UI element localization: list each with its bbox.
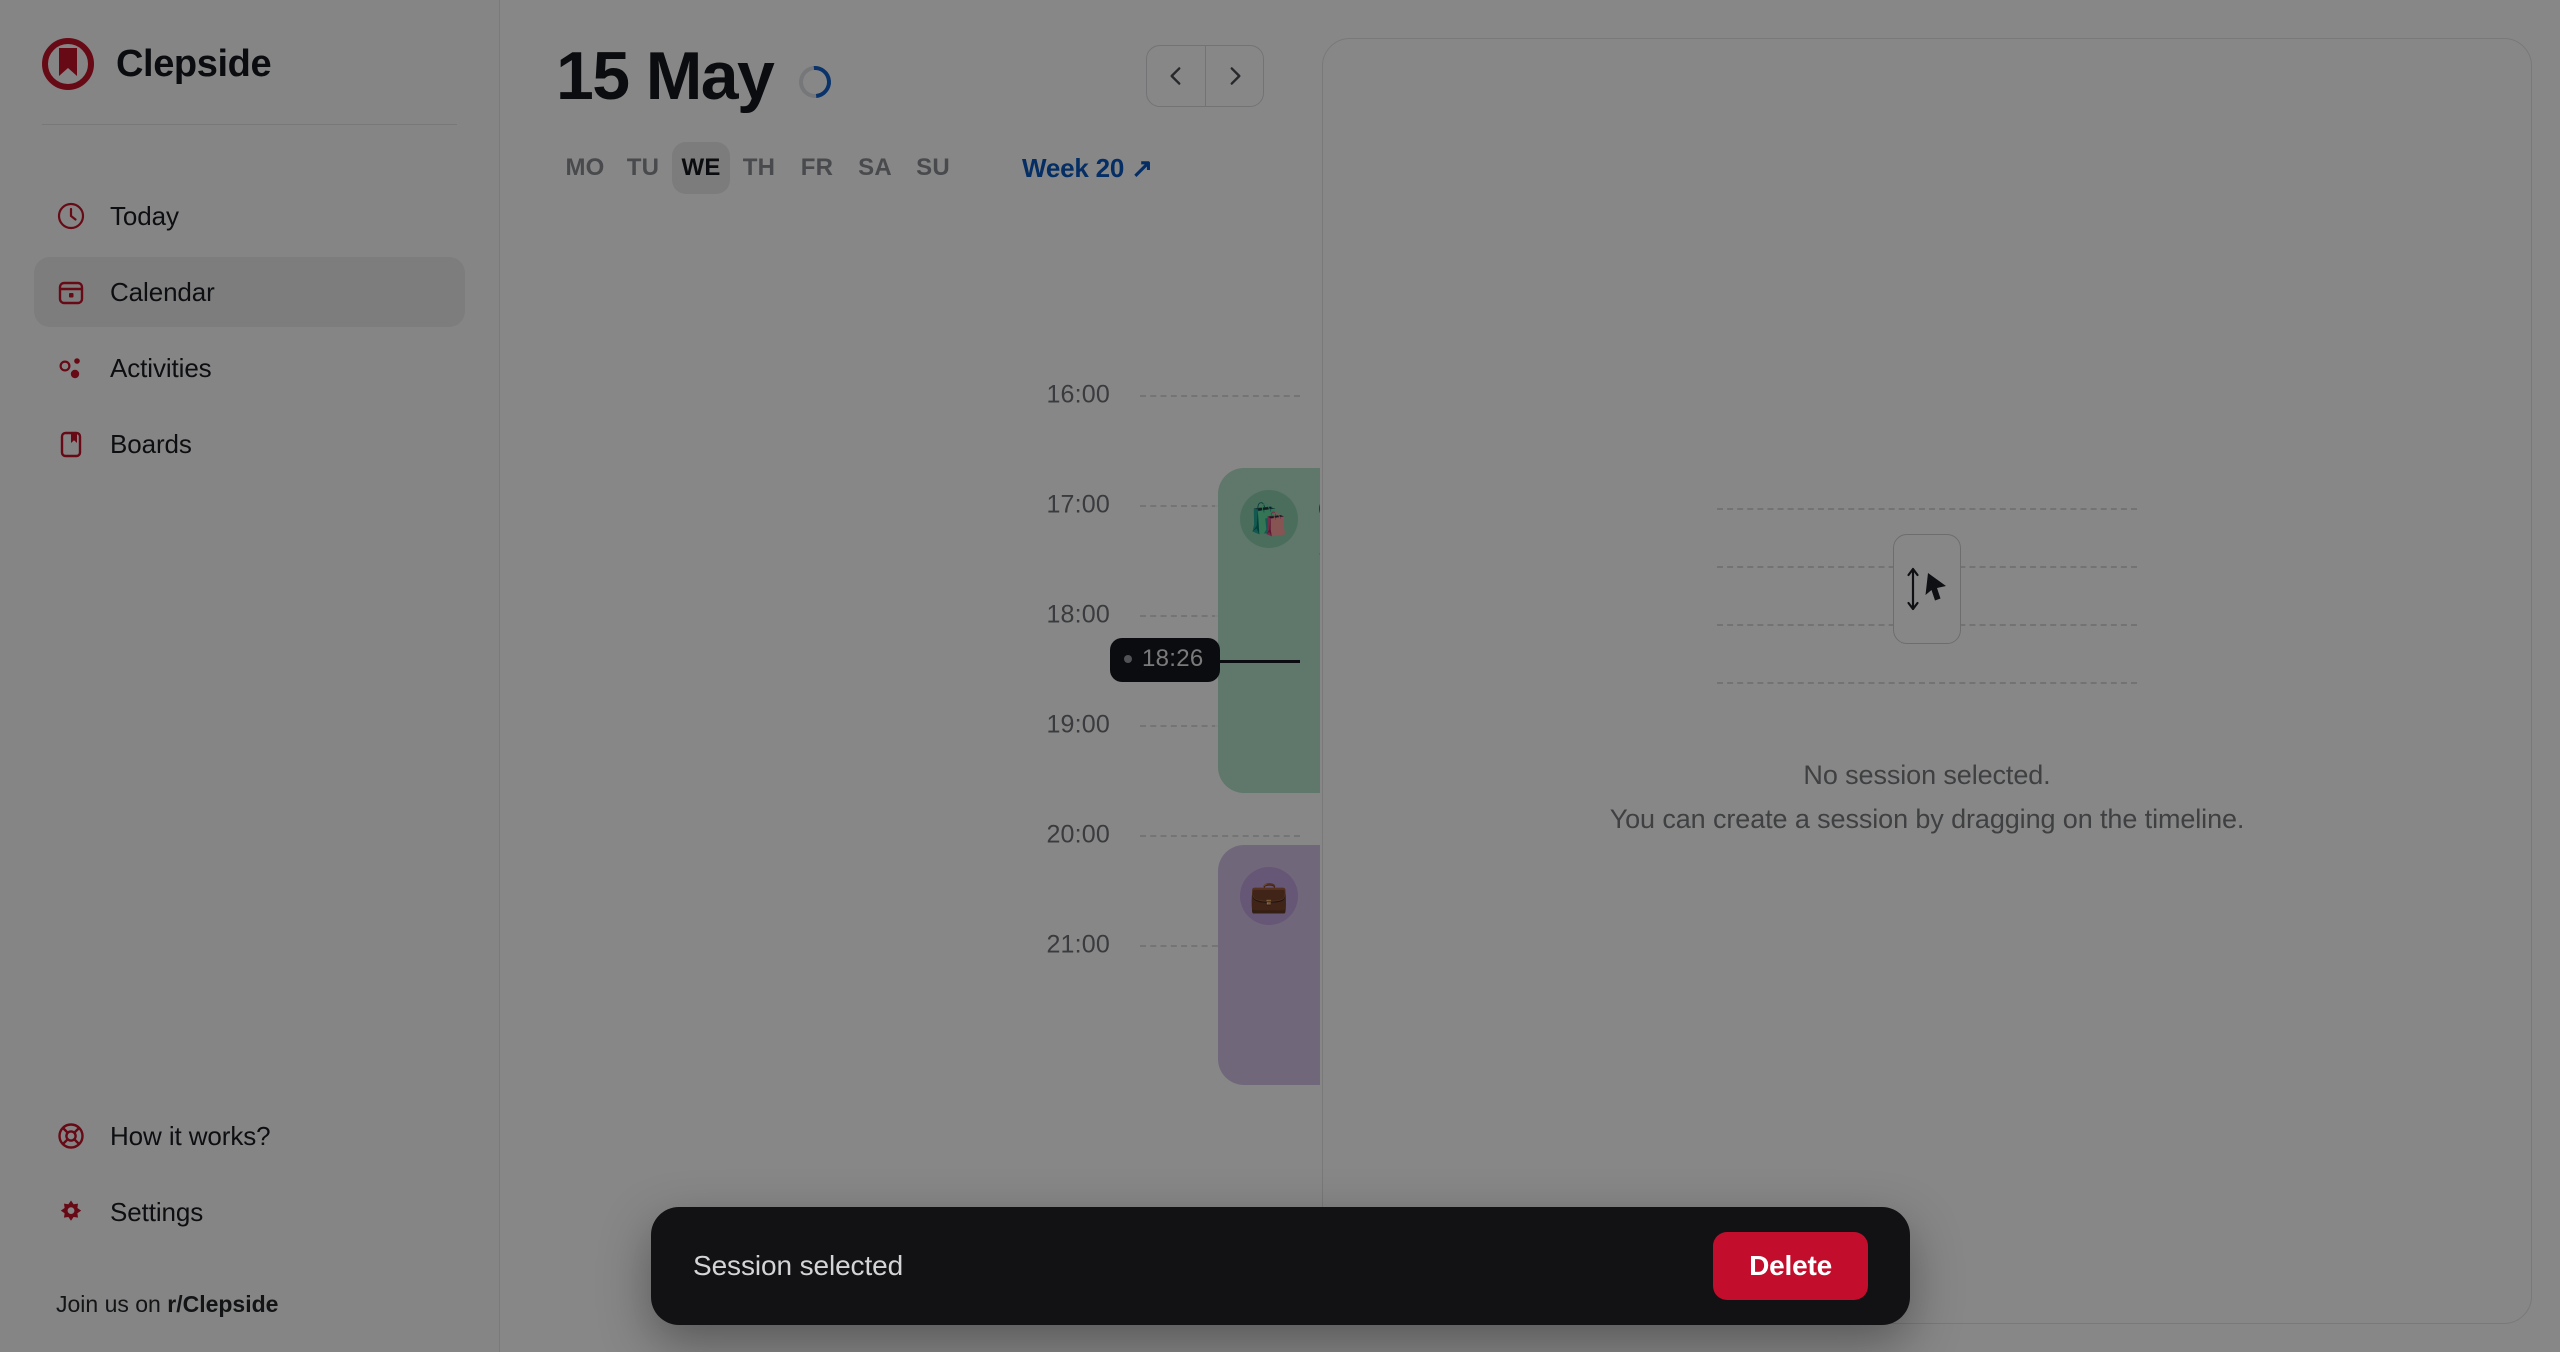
current-time-badge: 18:26 [1110,638,1220,682]
drag-resize-cursor-icon [1717,494,2137,685]
session-header: 💼 Freelancing [1218,845,1320,925]
page-title: 15 May [556,38,775,114]
gear-icon [56,1197,86,1227]
sidebar-item-how-it-works[interactable]: How it works? [34,1101,465,1171]
prev-day-button[interactable] [1147,46,1205,106]
delete-button[interactable]: Delete [1713,1232,1868,1300]
session-text: Groceries 16:35 → 19:35 [1318,490,1320,562]
empty-state: No session selected. You can create a se… [1609,494,2245,841]
empty-dash-line [1717,508,2137,511]
hour-label: 16:00 [1046,380,1110,409]
empty-state-line-2: You can create a session by dragging on … [1609,804,2245,834]
empty-state-chip [1893,534,1961,645]
dow-mo[interactable]: MO [556,142,614,194]
sidebar-item-today[interactable]: Today [34,181,465,251]
current-time-label: 18:26 [1142,645,1204,672]
sidebar-divider [42,124,457,125]
session-title: Groceries [1318,492,1320,529]
sidebar: Clepside Today Calendar Activities Board… [0,0,500,1352]
join-prefix: Join us on [56,1291,168,1317]
toast-message: Session selected [693,1250,904,1281]
session-title: Freelancing [1318,869,1320,906]
timeline-grid[interactable]: 16:00 17:00 18:00 19:00 20:00 21:00 🛍️ 💼… [500,240,1320,1352]
brand-name: Clepside [116,42,272,85]
join-community-link[interactable]: Join us on r/Clepside [56,1291,465,1318]
chevron-right-icon [1230,67,1241,85]
date-nav-group [1146,45,1264,107]
calendar-icon [56,277,86,307]
sidebar-item-label: Boards [110,428,192,459]
session-card-freelancing[interactable]: 💼 Freelancing [1218,845,1320,1085]
sidebar-item-settings[interactable]: Settings [34,1177,465,1247]
toast-session-selected: Session selected Delete [651,1207,1910,1325]
dow-sa[interactable]: SA [846,142,904,194]
sidebar-item-boards[interactable]: Boards [34,409,465,479]
dow-we[interactable]: WE [672,142,730,194]
day-header: 15 May MO TU WE TH FR SA SU Week 20 ↗ [500,30,1320,196]
dow-fr[interactable]: FR [788,142,846,194]
empty-state-line-1: No session selected. [1803,760,2051,791]
sidebar-item-label: Activities [110,352,212,383]
sidebar-item-label: Today [110,200,179,231]
session-header: 🛍️ Groceries 16:35 → 19:35 [1218,468,1320,562]
next-day-button[interactable] [1205,46,1263,106]
session-text: Freelancing [1318,867,1320,911]
clock-icon [56,201,86,231]
dow-su[interactable]: SU [904,142,962,194]
loading-spinner-icon [792,59,838,105]
hour-label: 19:00 [1046,710,1110,739]
chevron-left-icon [1170,67,1181,85]
hour-gridline [1140,835,1300,837]
brand: Clepside [34,38,465,90]
sidebar-item-activities[interactable]: Activities [34,333,465,403]
join-subreddit: r/Clepside [167,1291,279,1317]
sidebar-item-label: Calendar [110,276,215,307]
empty-dash-line [1717,682,2137,685]
board-icon [56,429,86,459]
dow-th[interactable]: TH [730,142,788,194]
clepside-bookmark-logo [42,38,94,90]
dow-tu[interactable]: TU [614,142,672,194]
current-time-dot-icon [1124,655,1132,663]
timeline-column: 15 May MO TU WE TH FR SA SU Week 20 ↗ 16… [500,0,1320,1352]
day-of-week-selector: MO TU WE TH FR SA SU Week 20 ↗ [556,140,1264,196]
session-emoji: 💼 [1240,867,1298,925]
app-root: Clepside Today Calendar Activities Board… [0,0,2560,1352]
sidebar-nav: Today Calendar Activities Boards [34,181,465,479]
day-title-row: 15 May [556,30,1264,122]
sidebar-item-label: Settings [110,1196,204,1227]
session-detail-panel: No session selected. You can create a se… [1322,38,2532,1324]
sidebar-item-label: How it works? [110,1120,271,1151]
hour-label: 20:00 [1046,820,1110,849]
activities-icon [56,353,86,383]
hour-label: 18:00 [1046,600,1110,629]
session-emoji: 🛍️ [1240,490,1298,548]
session-time: 16:35 → 19:35 [1318,534,1320,562]
app-window: Clepside Today Calendar Activities Board… [0,0,2560,1352]
session-card-groceries[interactable]: 🛍️ Groceries 16:35 → 19:35 [1218,468,1320,793]
hour-label: 21:00 [1046,930,1110,959]
lifebuoy-icon [56,1121,86,1151]
hour-label: 17:00 [1046,490,1110,519]
sidebar-item-calendar[interactable]: Calendar [34,257,465,327]
hour-gridline [1140,395,1300,397]
sidebar-bottom-nav: How it works? Settings Join us on r/Clep… [34,1101,465,1318]
week-link[interactable]: Week 20 ↗ [1022,153,1153,184]
